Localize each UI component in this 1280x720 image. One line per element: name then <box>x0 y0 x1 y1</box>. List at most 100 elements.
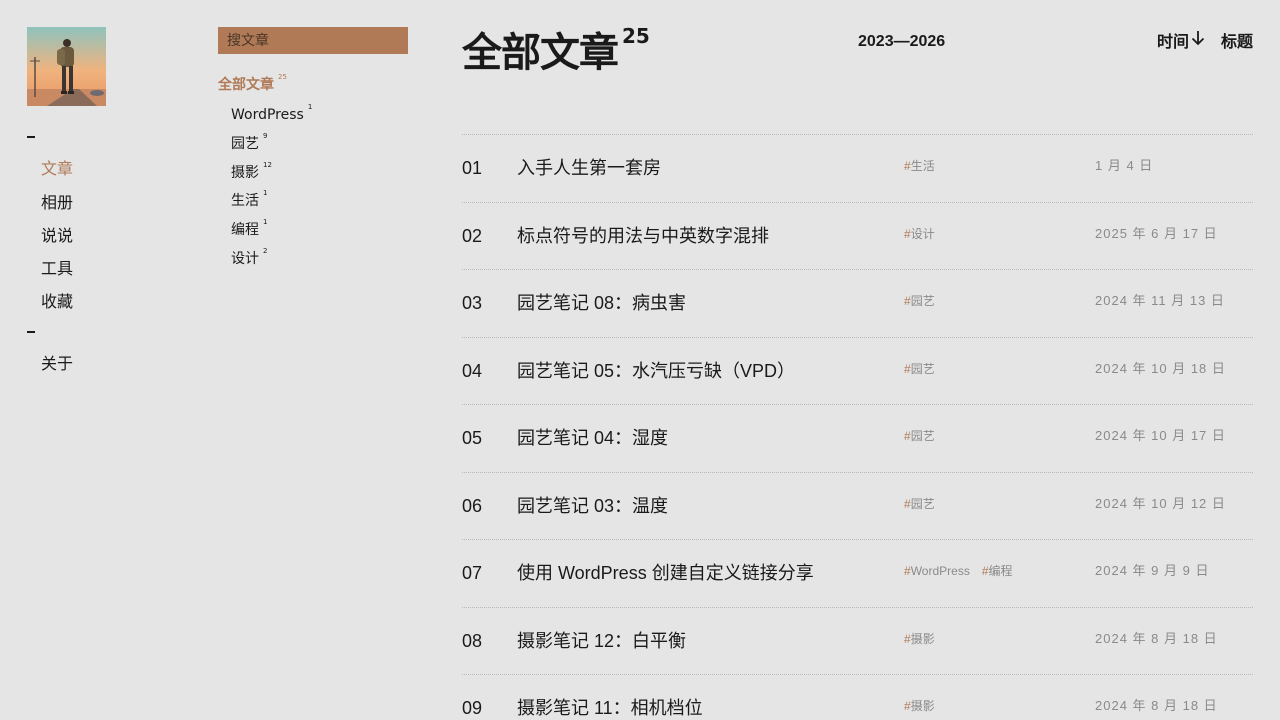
sort-by-title-button[interactable]: 标题 <box>1221 32 1253 52</box>
tag-hash: # <box>904 564 911 578</box>
nav-separator <box>27 136 35 138</box>
article-date: 2024 年 9 月 9 日 <box>1095 563 1210 578</box>
article-title-link[interactable]: 使用 WordPress 创建自定义链接分享 <box>517 562 814 584</box>
sort-by-time-button[interactable]: 时间 <box>1157 32 1189 52</box>
category-item-programming[interactable]: 编程 1 <box>231 218 268 239</box>
category-label: 摄影 <box>231 165 259 181</box>
article-row[interactable]: 08 摄影笔记 12：白平衡 #摄影 2024 年 8 月 18 日 <box>462 606 1253 675</box>
tag-label: 摄影 <box>910 631 935 646</box>
nav-item-favorites[interactable]: 收藏 <box>41 292 73 312</box>
tag-link[interactable]: #摄影 <box>904 632 935 646</box>
article-number: 03 <box>462 293 483 313</box>
category-count: 1 <box>307 103 313 111</box>
tag-label: 设计 <box>910 226 935 241</box>
tag-label: WordPress <box>910 564 970 578</box>
arrow-down-icon[interactable] <box>1190 29 1206 47</box>
nav-separator <box>27 331 35 333</box>
tag-hash: # <box>904 631 911 646</box>
article-title-link[interactable]: 摄影笔记 11：相机档位 <box>517 697 703 719</box>
article-date: 2024 年 11 月 13 日 <box>1095 293 1225 308</box>
category-count: 12 <box>263 161 272 169</box>
nav-item-articles[interactable]: 文章 <box>41 159 73 179</box>
nav-item-moments[interactable]: 说说 <box>41 226 73 246</box>
article-row[interactable]: 03 园艺笔记 08：病虫害 #园艺 2024 年 11 月 13 日 <box>462 269 1253 337</box>
tag-hash: # <box>904 699 911 713</box>
category-item-wordpress[interactable]: WordPress 1 <box>231 103 313 124</box>
article-number: 09 <box>462 698 483 718</box>
article-title-link[interactable]: 园艺笔记 04：湿度 <box>517 427 668 449</box>
category-item-gardening[interactable]: 园艺 9 <box>231 132 268 153</box>
article-number: 02 <box>462 225 483 246</box>
page-title: 全部文章 <box>462 30 619 76</box>
tag-link[interactable]: #园艺 <box>904 429 935 443</box>
category-item-design[interactable]: 设计 2 <box>231 247 267 268</box>
nav-item-album[interactable]: 相册 <box>41 193 73 213</box>
tag-label: 园艺 <box>910 429 935 443</box>
category-item-photography[interactable]: 摄影 12 <box>231 161 272 182</box>
article-title-link[interactable]: 园艺笔记 03：温度 <box>517 495 668 517</box>
article-tags: #园艺 <box>904 293 947 309</box>
article-number: 01 <box>462 158 483 178</box>
avatar[interactable] <box>27 27 106 106</box>
article-date: 2024 年 10 月 17 日 <box>1095 428 1226 443</box>
category-label: 生活 <box>231 193 259 209</box>
article-number: 05 <box>462 428 483 448</box>
tag-hash: # <box>904 429 911 443</box>
article-row[interactable]: 09 摄影笔记 11：相机档位 #摄影 2024 年 8 月 18 日 <box>462 674 1253 720</box>
tag-link[interactable]: #园艺 <box>904 294 935 308</box>
article-row[interactable]: 05 园艺笔记 04：湿度 #园艺 2024 年 10 月 17 日 <box>462 404 1253 472</box>
article-row[interactable]: 04 园艺笔记 05：水汽压亏缺（VPD） #园艺 2024 年 10 月 18 日 <box>462 336 1253 405</box>
article-count: 25 <box>622 24 650 48</box>
article-number: 06 <box>462 495 483 516</box>
tag-link[interactable]: #摄影 <box>904 699 935 713</box>
article-tags: #园艺 <box>904 361 947 377</box>
tag-hash: # <box>904 159 911 173</box>
category-label: 园艺 <box>231 136 259 152</box>
category-label: WordPress <box>231 107 304 123</box>
category-count: 1 <box>263 218 268 226</box>
article-title-link[interactable]: 标点符号的用法与中英数字混排 <box>517 225 769 247</box>
tag-link[interactable]: #生活 <box>904 159 935 173</box>
article-row[interactable]: 07 使用 WordPress 创建自定义链接分享 #WordPress #编程 202… <box>462 539 1253 607</box>
article-date: 2024 年 10 月 12 日 <box>1095 495 1226 511</box>
category-label: 设计 <box>231 251 259 267</box>
nav-item-about[interactable]: 关于 <box>41 354 73 374</box>
tag-link[interactable]: #园艺 <box>904 362 935 376</box>
article-tags: #摄影 <box>904 631 947 647</box>
category-item-life[interactable]: 生活 1 <box>231 189 268 210</box>
page: 文章 相册 说说 工具 收藏 关于 全部文章25 WordPress1 园艺9 … <box>0 0 1280 720</box>
article-title-link[interactable]: 园艺笔记 08：病虫害 <box>517 292 686 314</box>
category-all-label: 全部文章 <box>218 77 274 93</box>
article-date: 2025 年 6 月 17 日 <box>1095 225 1218 241</box>
article-tags: #WordPress #编程 <box>904 563 1025 579</box>
category-label: 编程 <box>231 222 259 238</box>
article-tags: #生活 <box>904 158 947 174</box>
article-date: 2024 年 10 月 18 日 <box>1095 360 1226 376</box>
article-row[interactable]: 02 标点符号的用法与中英数字混排 #设计 2025 年 6 月 17 日 <box>462 201 1253 270</box>
category-count: 9 <box>263 132 268 140</box>
tag-hash: # <box>904 496 911 511</box>
category-all-count: 25 <box>278 73 287 81</box>
tag-link[interactable]: #设计 <box>904 227 935 241</box>
article-title-link[interactable]: 摄影笔记 12：白平衡 <box>517 630 686 652</box>
article-number: 08 <box>462 630 483 651</box>
tag-link[interactable]: #WordPress <box>904 564 970 578</box>
search-input[interactable] <box>218 27 408 54</box>
category-all[interactable]: 全部文章 25 <box>218 73 287 94</box>
article-title-link[interactable]: 入手人生第一套房 <box>517 157 661 179</box>
tag-label: 摄影 <box>910 699 935 713</box>
tag-label: 编程 <box>988 564 1013 578</box>
tag-hash: # <box>904 226 911 241</box>
article-row[interactable]: 01 入手人生第一套房 #生活 1 月 4 日 <box>462 134 1253 202</box>
article-row[interactable]: 06 园艺笔记 03：温度 #园艺 2024 年 10 月 12 日 <box>462 471 1253 540</box>
category-count: 1 <box>263 189 268 197</box>
tag-link[interactable]: #编程 <box>982 564 1013 578</box>
article-title-link[interactable]: 园艺笔记 05：水汽压亏缺（VPD） <box>517 360 795 382</box>
tag-link[interactable]: #园艺 <box>904 497 935 511</box>
article-date: 2024 年 8 月 18 日 <box>1095 630 1218 646</box>
article-date: 1 月 4 日 <box>1095 158 1154 173</box>
article-tags: #园艺 <box>904 428 947 444</box>
article-tags: #设计 <box>904 226 947 242</box>
nav-item-tools[interactable]: 工具 <box>41 259 73 279</box>
tag-label: 园艺 <box>910 294 935 308</box>
